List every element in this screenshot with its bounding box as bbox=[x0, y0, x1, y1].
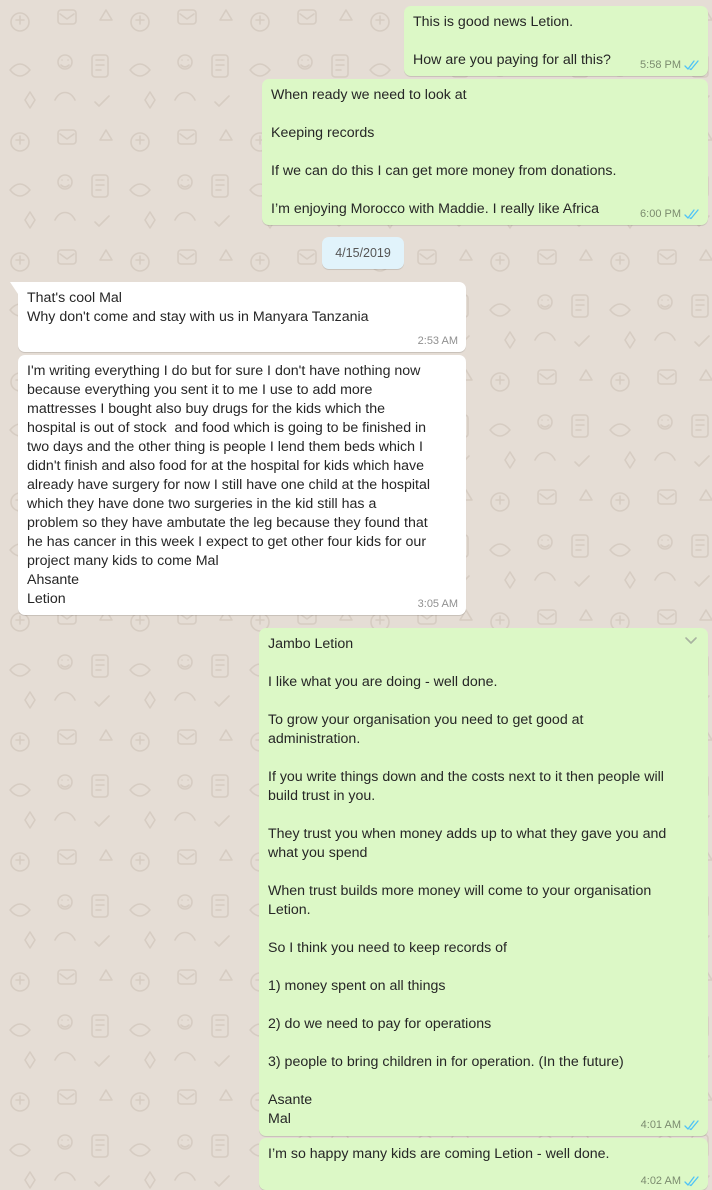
message-meta: 2:53 AM bbox=[418, 335, 458, 347]
message-text: When ready we need to look at Keeping re… bbox=[271, 87, 617, 217]
double-check-icon bbox=[684, 1119, 699, 1130]
date-divider: 4/15/2019 bbox=[322, 237, 404, 269]
outgoing-message[interactable]: When ready we need to look at Keeping re… bbox=[262, 79, 708, 225]
message-meta: 6:00 PM bbox=[640, 208, 700, 220]
message-text: Jambo Letion I like what you are doing -… bbox=[268, 636, 667, 1127]
message-meta: 4:01 AM bbox=[641, 1119, 700, 1131]
message-text: That's cool Mal Why don't come and stay … bbox=[27, 290, 369, 325]
message-time: 4:02 AM bbox=[640, 1175, 681, 1187]
date-divider-label: 4/15/2019 bbox=[335, 246, 391, 260]
message-meta: 4:02 AM bbox=[641, 1175, 700, 1187]
message-meta: 3:05 AM bbox=[418, 598, 458, 610]
message-meta: 5:58 PM bbox=[640, 59, 700, 71]
outgoing-message[interactable]: This is good news Letion. How are you pa… bbox=[404, 6, 708, 76]
bubble-tail bbox=[10, 282, 18, 294]
double-check-icon bbox=[684, 208, 699, 219]
double-check-icon bbox=[684, 59, 699, 70]
message-text: I'm writing everything I do but for sure… bbox=[27, 363, 430, 607]
double-check-icon bbox=[684, 1175, 699, 1186]
message-time: 6:00 PM bbox=[640, 208, 681, 220]
incoming-message[interactable]: That's cool Mal Why don't come and stay … bbox=[10, 282, 466, 352]
message-time: 3:05 AM bbox=[417, 598, 458, 610]
message-time: 4:01 AM bbox=[640, 1119, 681, 1131]
message-time: 5:58 PM bbox=[640, 59, 681, 71]
incoming-message[interactable]: I'm writing everything I do but for sure… bbox=[18, 355, 466, 615]
outgoing-message[interactable]: Jambo Letion I like what you are doing -… bbox=[259, 628, 708, 1136]
message-text: I’m so happy many kids are coming Letion… bbox=[268, 1146, 610, 1162]
outgoing-message[interactable]: I’m so happy many kids are coming Letion… bbox=[259, 1138, 708, 1190]
message-time: 2:53 AM bbox=[417, 335, 458, 347]
